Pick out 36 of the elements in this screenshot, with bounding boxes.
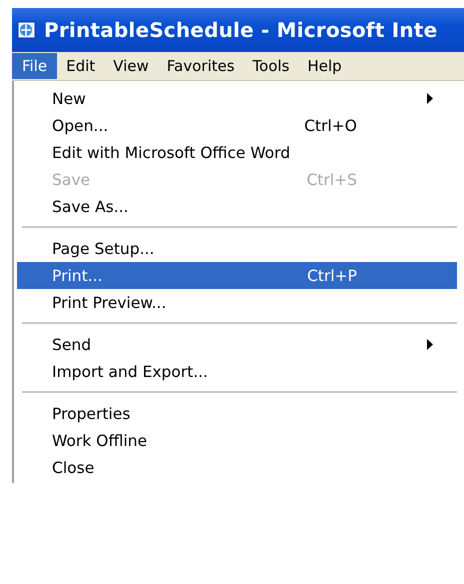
menu-item-label: Close bbox=[52, 458, 94, 476]
menu-bar-item[interactable]: Tools bbox=[244, 53, 298, 79]
menu-item-label: Page Setup... bbox=[52, 240, 154, 258]
menu-bar-item[interactable]: File bbox=[12, 53, 58, 79]
shortcut-label: Ctrl+S bbox=[306, 170, 357, 188]
menu-item-label: Print... bbox=[52, 266, 102, 284]
shortcut-label: Ctrl+O bbox=[304, 116, 357, 134]
window-title: PrintableSchedule - Microsoft Inte bbox=[44, 18, 438, 42]
menu-item-label: Save As... bbox=[52, 198, 128, 216]
menu-item-label: Properties bbox=[52, 404, 130, 422]
menu-item[interactable]: Work Offline bbox=[14, 427, 461, 454]
menu-item-label: Open... bbox=[52, 116, 108, 134]
menu-item[interactable]: Import and Export... bbox=[14, 358, 461, 385]
menu-item-label: Print Preview... bbox=[52, 294, 166, 312]
menu-item[interactable]: Open... Ctrl+O bbox=[14, 112, 461, 139]
menu-item[interactable]: Print... Ctrl+P bbox=[17, 262, 457, 289]
menu-item-label: New bbox=[52, 90, 86, 108]
menu-item[interactable]: Save As... bbox=[14, 193, 461, 220]
menu-item-label: Send bbox=[52, 336, 92, 354]
menu-item[interactable]: Page Setup... bbox=[14, 235, 461, 262]
menu-item-label: Edit with Microsoft Office Word bbox=[52, 144, 290, 162]
menu-bar-item[interactable]: Favorites bbox=[158, 53, 244, 79]
menu-item-label: Work Offline bbox=[52, 432, 148, 450]
browser-icon bbox=[16, 19, 38, 41]
shortcut-label: Ctrl+P bbox=[307, 266, 357, 284]
menu-item[interactable]: New bbox=[14, 85, 461, 112]
menu-bar-item[interactable]: Edit bbox=[57, 53, 104, 79]
menu-item-label: Save bbox=[52, 170, 90, 188]
menu-item[interactable]: Edit with Microsoft Office Word bbox=[14, 139, 461, 166]
menu-item[interactable]: Properties bbox=[14, 400, 461, 427]
menu-item[interactable]: Close bbox=[14, 454, 461, 481]
menu-item-label: Import and Export... bbox=[52, 362, 208, 380]
menu-bar-item[interactable]: View bbox=[104, 53, 158, 79]
menu-item[interactable]: Send bbox=[14, 331, 461, 358]
menu-item[interactable]: Print Preview... bbox=[14, 289, 461, 316]
menu-bar-item[interactable]: Help bbox=[298, 53, 351, 79]
